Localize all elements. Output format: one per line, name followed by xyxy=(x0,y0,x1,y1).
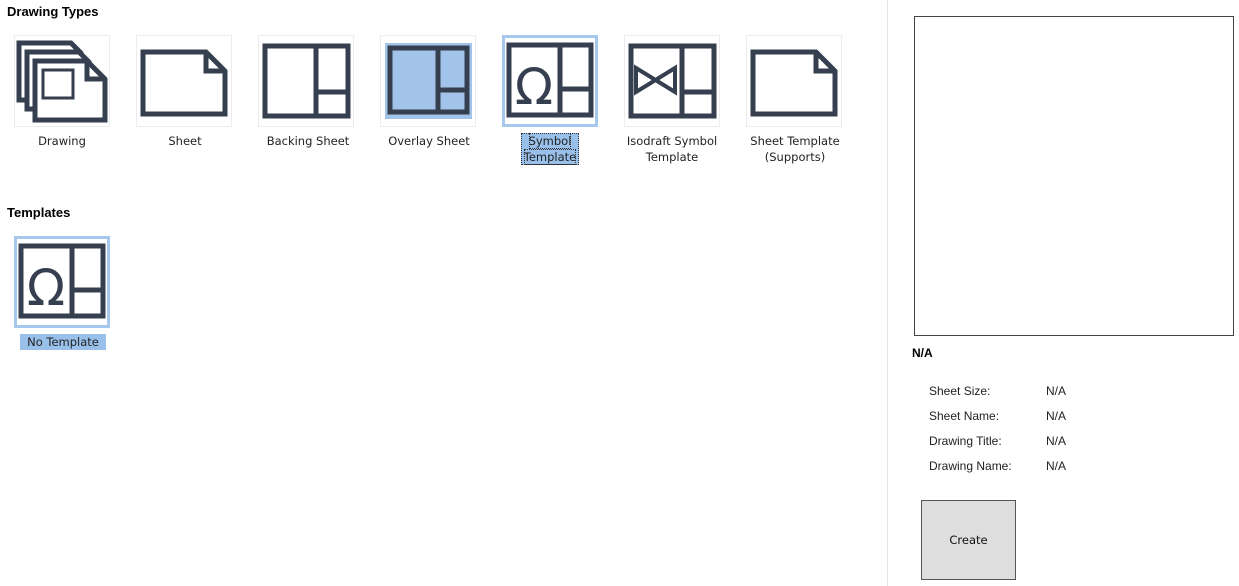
symbol-template-icon: Ω xyxy=(506,42,594,118)
sheet-size-value: N/A xyxy=(1046,384,1067,398)
svg-text:Ω: Ω xyxy=(27,259,65,317)
symbol-template-label: Symbol Template xyxy=(490,133,610,165)
svg-text:Ω: Ω xyxy=(515,58,553,116)
drawing-name-label: Drawing Name: xyxy=(929,459,1012,473)
sheet-template-supports-label: Sheet Template (Supports) xyxy=(750,134,840,164)
sheet-label: Sheet xyxy=(168,134,202,148)
sheet-name-label: Sheet Name: xyxy=(929,409,1000,423)
preview-title: N/A xyxy=(912,346,933,360)
backing-sheet-label: Backing Sheet xyxy=(266,134,350,148)
overlay-sheet-label: Overlay Sheet xyxy=(388,134,470,148)
sheet-template-icon xyxy=(750,49,838,117)
drawing-types-heading: Drawing Types xyxy=(7,4,99,19)
sheet-name-value: N/A xyxy=(1046,409,1067,423)
panel-divider xyxy=(887,0,888,586)
backing-sheet-icon xyxy=(262,43,351,119)
drawing-stack-icon xyxy=(16,40,108,123)
sheet-thumbnail[interactable] xyxy=(136,35,232,127)
preview-box xyxy=(914,16,1234,336)
backing-sheet-thumbnail[interactable] xyxy=(258,35,354,127)
drawing-name-value: N/A xyxy=(1046,459,1067,473)
overlay-sheet-thumbnail[interactable] xyxy=(380,35,476,127)
no-template-label: No Template xyxy=(3,334,123,350)
overlay-sheet-icon xyxy=(385,43,472,119)
drawing-label: Drawing xyxy=(38,134,86,148)
sheet-size-label: Sheet Size: xyxy=(929,384,991,398)
no-template-thumbnail[interactable]: Ω xyxy=(14,236,110,328)
templates-heading: Templates xyxy=(7,205,71,220)
isodraft-symbol-icon xyxy=(628,43,717,119)
create-button[interactable]: Create xyxy=(921,500,1016,580)
symbol-template-thumbnail[interactable]: Ω xyxy=(502,35,598,127)
drawing-title-value: N/A xyxy=(1046,434,1067,448)
drawing-title-label: Drawing Title: xyxy=(929,434,1002,448)
sheet-template-thumbnail[interactable] xyxy=(746,35,842,127)
symbol-template-icon: Ω xyxy=(18,243,106,319)
sheet-icon xyxy=(140,49,228,117)
isodraft-symbol-thumbnail[interactable] xyxy=(624,35,720,127)
drawing-thumbnail[interactable] xyxy=(14,35,110,127)
isodraft-symbol-template-label: Isodraft Symbol Template xyxy=(626,134,718,164)
